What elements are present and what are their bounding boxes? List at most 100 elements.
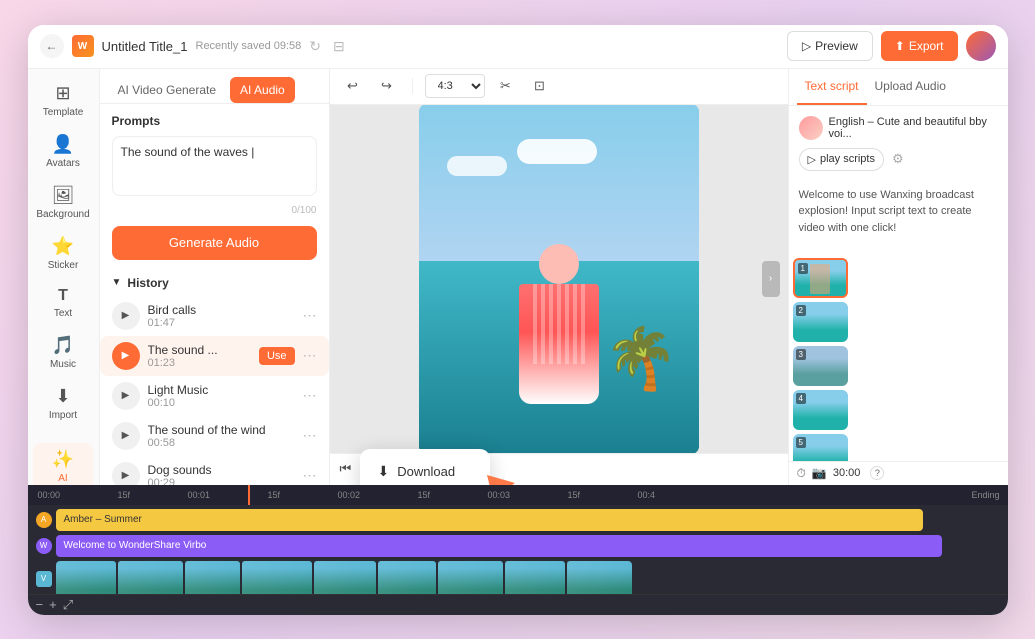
sidebar-item-template[interactable]: ⊞ Template <box>33 77 93 124</box>
grid-icon[interactable]: ⊟ <box>333 38 345 55</box>
settings-icon[interactable]: ⚙ <box>892 151 904 167</box>
user-avatar[interactable] <box>966 31 996 61</box>
sidebar-item-sticker[interactable]: ⭐ Sticker <box>33 230 93 277</box>
aspect-ratio-select[interactable]: 4:3 16:9 9:16 <box>425 74 485 98</box>
purple-track[interactable]: Welcome to WonderShare Virbo <box>56 535 943 557</box>
audio-info-the-sound: The sound ... 01:23 <box>148 343 251 369</box>
saved-badge: Recently saved 09:58 <box>196 40 302 52</box>
history-toggle-icon: ▼ <box>112 277 122 288</box>
video-seg-5[interactable] <box>314 561 376 594</box>
prompts-label: Prompts <box>112 114 317 128</box>
ruler-mark-6: 00:03 <box>488 490 511 500</box>
play-light-music[interactable]: ▶ <box>112 382 140 410</box>
ruler-mark-7: 15f <box>568 490 581 500</box>
play-wind[interactable]: ▶ <box>112 422 140 450</box>
sidebar-item-avatars[interactable]: 👤 Avatars <box>33 128 93 175</box>
timeline-zoom-out[interactable]: − <box>36 597 44 612</box>
audio-name-light-music: Light Music <box>148 383 295 397</box>
timeline-tracks: A Amber – Summer W Welcome to WonderShar… <box>28 505 1008 594</box>
play-scripts-button[interactable]: ▷ play scripts <box>799 148 885 171</box>
expand-panel-btn[interactable]: › <box>762 261 780 297</box>
more-icon-wind[interactable]: ⋯ <box>303 427 317 444</box>
time-icon-left[interactable]: ⏱ <box>797 466 806 481</box>
video-seg-9[interactable] <box>567 561 632 594</box>
video-seg-2[interactable] <box>118 561 183 594</box>
play-scripts-label: play scripts <box>820 153 875 165</box>
audio-item-wind[interactable]: ▶ The sound of the wind 00:58 ⋯ <box>100 416 329 456</box>
ai-generator-icon: ✨ <box>52 449 74 470</box>
preview-button[interactable]: ▷ Preview <box>787 31 873 61</box>
more-icon-the-sound[interactable]: ⋯ <box>303 347 317 364</box>
refresh-icon[interactable]: ↻ <box>309 38 321 55</box>
sidebar-item-ai-generator[interactable]: ✨ AI Generator <box>33 443 93 485</box>
avatars-icon: 👤 <box>52 134 74 155</box>
captions-button[interactable]: ⊡ <box>527 73 553 99</box>
help-icon[interactable]: ? <box>870 466 884 480</box>
audio-duration-bird-calls: 01:47 <box>148 317 295 329</box>
sidebar-item-music[interactable]: 🎵 Music <box>33 329 93 376</box>
skip-back-button[interactable]: ⏮ <box>340 461 352 477</box>
time-icon-middle[interactable]: 📷 <box>812 466 827 480</box>
more-icon-light-music[interactable]: ⋯ <box>303 387 317 404</box>
time-value: 30:00 <box>833 467 861 479</box>
thumbnail-2[interactable]: 2 <box>793 302 848 342</box>
thumbnail-5[interactable]: 5 <box>793 434 848 461</box>
thumbnail-1[interactable]: 1 <box>793 258 848 298</box>
play-icon-small: ▷ <box>808 153 816 166</box>
audio-duration-wind: 00:58 <box>148 437 295 449</box>
voice-avatar <box>799 116 823 140</box>
sidebar-item-text[interactable]: T Text <box>33 281 93 325</box>
amber-track[interactable]: Amber – Summer <box>56 509 924 531</box>
more-icon-bird-calls[interactable]: ⋯ <box>303 307 317 324</box>
audio-item-bird-calls[interactable]: ▶ Bird calls 01:47 ⋯ <box>100 296 329 336</box>
context-menu-download[interactable]: ⬇ Download <box>366 455 484 485</box>
more-icon-dog[interactable]: ⋯ <box>303 467 317 484</box>
timeline-fullscreen[interactable]: ⤢ <box>63 597 73 613</box>
play-bird-calls[interactable]: ▶ <box>112 302 140 330</box>
tab-ai-video-generate[interactable]: AI Video Generate <box>108 77 227 103</box>
play-dog[interactable]: ▶ <box>112 462 140 485</box>
crop-button[interactable]: ✂ <box>493 73 519 99</box>
use-button-the-sound[interactable]: Use <box>259 347 295 365</box>
video-preview: 🌴 <box>419 105 699 453</box>
video-seg-3[interactable] <box>185 561 240 594</box>
audio-item-the-sound[interactable]: ▶ The sound ... 01:23 Use ⋯ <box>100 336 329 376</box>
tab-upload-audio[interactable]: Upload Audio <box>867 69 954 105</box>
video-seg-4[interactable] <box>242 561 312 594</box>
history-header: ▼ History <box>100 270 329 296</box>
timeline-zoom-in[interactable]: + <box>49 597 57 612</box>
audio-duration-the-sound: 01:23 <box>148 357 251 369</box>
purple-track-icon: W <box>36 538 52 554</box>
timeline-controls: − + ⤢ <box>28 594 1008 615</box>
video-seg-6[interactable] <box>378 561 436 594</box>
thumbnail-row-1: 1 <box>793 258 1004 298</box>
thumb-num-5: 5 <box>796 437 806 448</box>
right-panel-tabs: Text script Upload Audio <box>789 69 1008 106</box>
undo-button[interactable]: ↩ <box>340 73 366 99</box>
download-label: Download <box>397 464 455 479</box>
audio-info-wind: The sound of the wind 00:58 <box>148 423 295 449</box>
back-button[interactable]: ← <box>40 34 64 58</box>
video-seg-7[interactable] <box>438 561 503 594</box>
tab-ai-audio[interactable]: AI Audio <box>230 77 295 103</box>
redo-button[interactable]: ↪ <box>374 73 400 99</box>
prompt-input[interactable]: The sound of the waves | <box>112 136 317 196</box>
video-seg-8[interactable] <box>505 561 565 594</box>
audio-item-light-music[interactable]: ▶ Light Music 00:10 ⋯ <box>100 376 329 416</box>
video-toolbar: ↩ ↪ 4:3 16:9 9:16 ✂ ⊡ <box>330 69 788 105</box>
panel-tabs: AI Video Generate AI Audio <box>100 69 329 104</box>
generate-audio-button[interactable]: Generate Audio <box>112 226 317 260</box>
video-seg-1[interactable] <box>56 561 116 594</box>
playhead-indicator <box>248 485 250 505</box>
thumbnail-4[interactable]: 4 <box>793 390 848 430</box>
app-logo: W <box>72 35 94 57</box>
tab-text-script[interactable]: Text script <box>797 69 867 105</box>
thumbnail-3[interactable]: 3 <box>793 346 848 386</box>
sidebar-item-import[interactable]: ⬇ Import <box>33 380 93 427</box>
sidebar-item-background[interactable]: 🖼 Background <box>33 179 93 226</box>
sidebar-label-music: Music <box>50 359 76 370</box>
audio-item-dog[interactable]: ▶ Dog sounds 00:29 ⋯ <box>100 456 329 485</box>
timeline-ruler: 00:00 15f 00:01 15f 00:02 15f 00:03 15f … <box>28 485 1008 505</box>
play-the-sound[interactable]: ▶ <box>112 342 140 370</box>
export-button[interactable]: ⬆ Export <box>881 31 958 61</box>
